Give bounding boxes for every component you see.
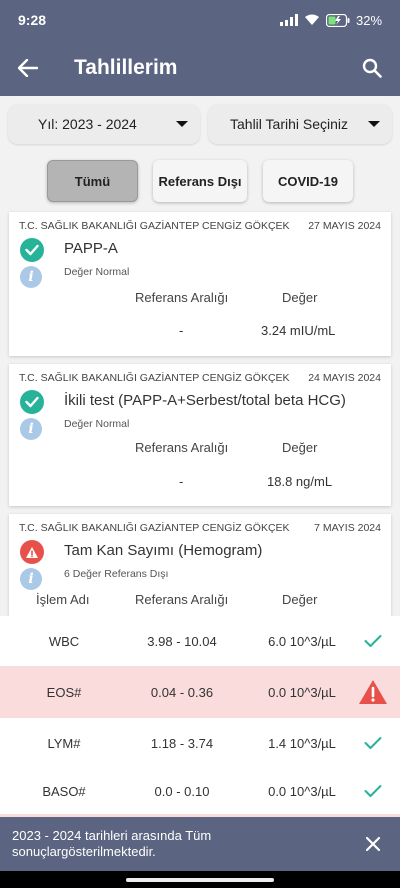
check-icon <box>358 736 388 750</box>
value-header: Değer <box>282 440 318 455</box>
test-date: 27 MAYIS 2024 <box>308 220 381 232</box>
status-time: 9:28 <box>18 12 47 28</box>
check-circle-icon <box>20 390 44 414</box>
date-select-value: Tahlil Tarihi Seçiniz <box>230 116 349 132</box>
snackbar: 2023 - 2024 tarihleri arasında Tüm sonuç… <box>0 817 400 871</box>
ref-range-value: - <box>179 474 184 489</box>
status-text: Değer Normal <box>64 418 130 430</box>
dropdown-arrow-icon <box>368 121 380 127</box>
institution: T.C. SAĞLIK BAKANLIĞI GAZİANTEP CENGİZ G… <box>19 522 290 534</box>
ref-range-value: 0.04 - 0.36 <box>150 684 214 700</box>
back-button[interactable] <box>0 40 56 96</box>
page-title: Tahlillerim <box>74 56 178 79</box>
result-value: 6.0 10^3/µL <box>268 633 336 649</box>
info-icon[interactable]: i <box>20 418 42 440</box>
tab-out-of-range[interactable]: Referans Dışı <box>153 160 247 202</box>
info-icon[interactable]: i <box>20 266 42 288</box>
battery-icon <box>325 13 350 27</box>
tab-covid[interactable]: COVID-19 <box>263 160 353 202</box>
test-param-name: WBC <box>48 633 80 649</box>
tab-all[interactable]: Tümü <box>47 160 138 202</box>
test-card[interactable]: T.C. SAĞLIK BAKANLIĞI GAZİANTEP CENGİZ G… <box>9 212 391 356</box>
institution: T.C. SAĞLIK BAKANLIĞI GAZİANTEP CENGİZ G… <box>19 220 290 232</box>
search-icon <box>362 58 382 78</box>
status-text: 6 Değer Referans Dışı <box>64 568 169 580</box>
app-bar: Tahlillerim <box>0 40 400 96</box>
status-text: Değer Normal <box>64 266 130 278</box>
result-value: 3.24 mIU/mL <box>261 323 336 338</box>
table-row[interactable]: WBC 3.98 - 10.04 6.0 10^3/µL <box>0 616 400 666</box>
institution: T.C. SAĞLIK BAKANLIĞI GAZİANTEP CENGİZ G… <box>19 372 290 384</box>
status-bar: 9:28 32% <box>0 0 400 40</box>
test-card[interactable]: T.C. SAĞLIK BAKANLIĞI GAZİANTEP CENGİZ G… <box>9 364 391 506</box>
check-icon <box>358 634 388 648</box>
snackbar-close-button[interactable] <box>358 829 388 859</box>
info-icon[interactable]: i <box>20 568 42 590</box>
table-row[interactable]: BASO# 0.0 - 0.10 0.0 10^3/µL <box>0 768 400 814</box>
ref-range-header: Referans Aralığı <box>135 592 229 607</box>
arrow-left-icon <box>18 59 38 77</box>
ref-range-header: Referans Aralığı <box>135 290 229 305</box>
test-name: Tam Kan Sayımı (Hemogram) <box>64 542 263 559</box>
year-select-value: Yıl: 2023 - 2024 <box>38 116 137 132</box>
status-icons: 32% <box>279 12 382 28</box>
result-value: 18.8 ng/mL <box>267 474 333 489</box>
check-circle-icon <box>20 238 44 262</box>
ref-range-value: 3.98 - 10.04 <box>147 633 217 649</box>
signal-icon <box>279 14 298 26</box>
check-icon <box>358 784 388 798</box>
name-header: İşlem Adı <box>36 592 90 607</box>
test-card[interactable]: T.C. SAĞLIK BAKANLIĞI GAZİANTEP CENGİZ G… <box>9 514 391 616</box>
test-date: 24 MAYIS 2024 <box>308 372 381 384</box>
value-header: Değer <box>282 592 318 607</box>
ref-range-header: Referans Aralığı <box>135 440 229 455</box>
result-tabs: Tümü Referans Dışı COVID-19 <box>0 160 400 202</box>
wifi-icon <box>304 14 319 25</box>
ref-range-value: 0.0 - 0.10 <box>154 783 210 799</box>
test-param-name: BASO# <box>42 783 86 799</box>
warning-triangle-icon <box>358 679 388 705</box>
ref-range-value: - <box>179 323 184 338</box>
warning-triangle-icon <box>20 540 44 564</box>
snackbar-message: 2023 - 2024 tarihleri arasında Tüm sonuç… <box>12 828 212 859</box>
value-header: Değer <box>282 290 318 305</box>
ref-range-value: 1.18 - 3.74 <box>150 735 214 751</box>
date-select[interactable]: Tahlil Tarihi Seçiniz <box>208 104 392 144</box>
dropdown-arrow-icon <box>176 121 188 127</box>
close-icon <box>365 836 381 852</box>
filters: Yıl: 2023 - 2024 Tahlil Tarihi Seçiniz <box>8 104 392 144</box>
test-date: 7 MAYIS 2024 <box>314 522 381 534</box>
table-row[interactable]: EOS# 0.04 - 0.36 0.0 10^3/µL <box>0 666 400 718</box>
search-button[interactable] <box>344 40 400 96</box>
result-value: 0.0 10^3/µL <box>268 783 336 799</box>
home-indicator[interactable] <box>126 877 274 882</box>
year-select[interactable]: Yıl: 2023 - 2024 <box>8 104 200 144</box>
result-value: 1.4 10^3/µL <box>268 735 336 751</box>
battery-percent: 32% <box>355 12 382 28</box>
test-param-name: EOS# <box>46 684 82 700</box>
table-row[interactable]: LYM# 1.18 - 3.74 1.4 10^3/µL <box>0 718 400 768</box>
system-nav-bar <box>0 871 400 888</box>
test-param-name: LYM# <box>47 735 81 751</box>
result-value: 0.0 10^3/µL <box>268 684 336 700</box>
test-name: PAPP-A <box>64 240 118 257</box>
test-name: İkili test (PAPP-A+Serbest/total beta HC… <box>64 392 346 409</box>
